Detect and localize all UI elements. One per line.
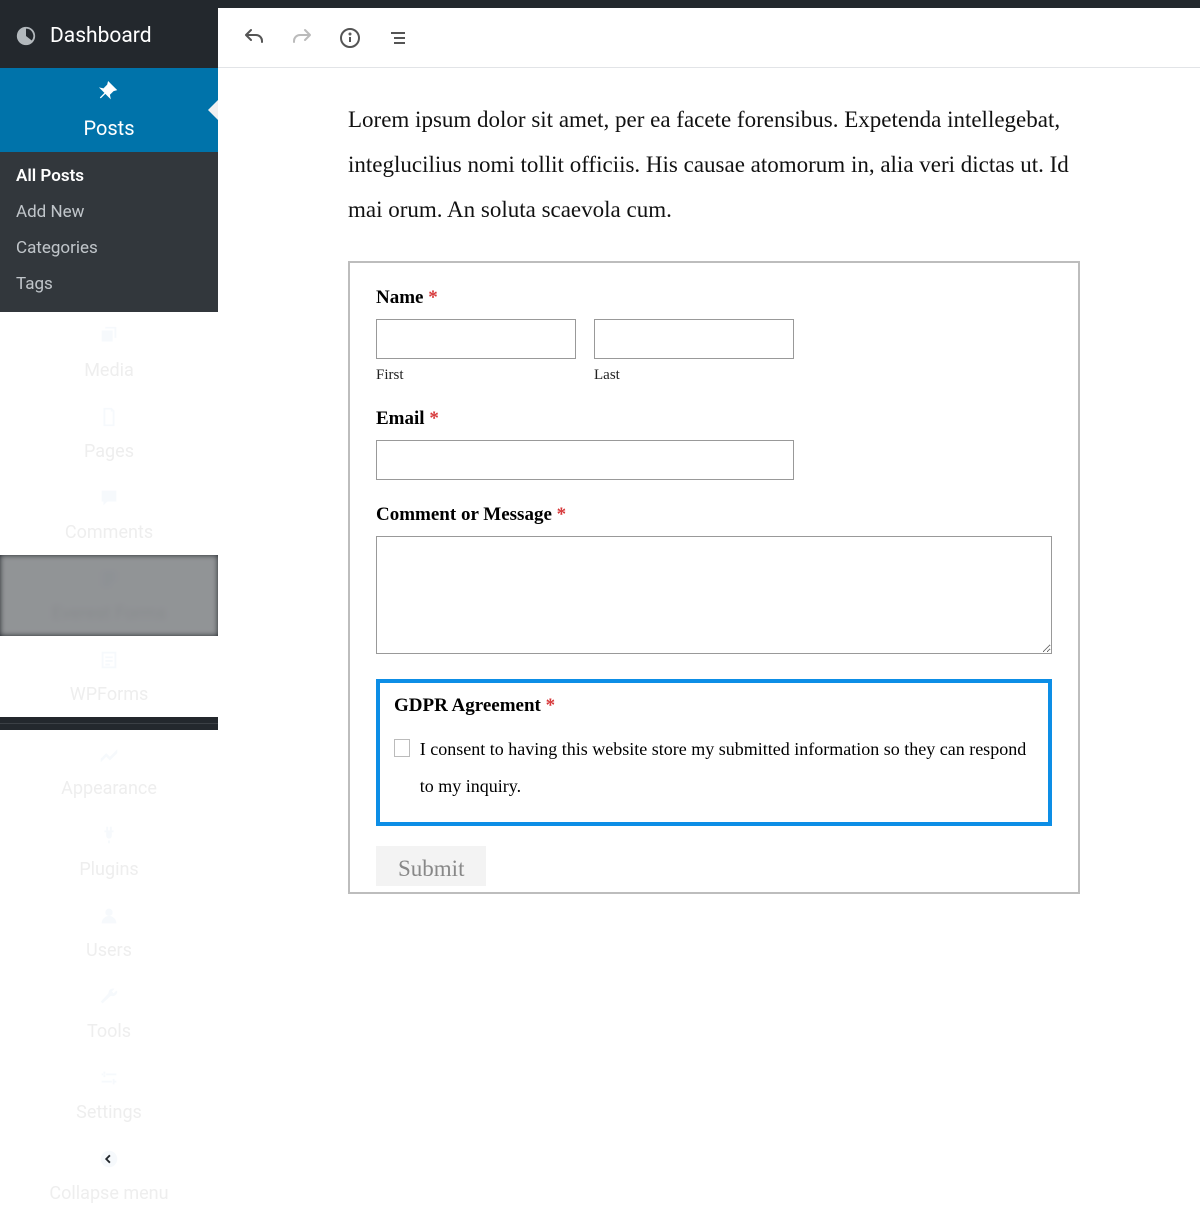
message-textarea[interactable] xyxy=(376,536,1052,654)
message-label: Comment or Message * xyxy=(376,504,1052,526)
email-label: Email * xyxy=(376,408,1052,430)
tools-icon xyxy=(97,985,121,1009)
wpforms-block[interactable]: Name * First Last Email * xyxy=(348,261,1080,895)
sidebar-label: Everest Forms xyxy=(52,603,166,624)
sidebar-item-settings[interactable]: Settings xyxy=(0,1054,218,1135)
settings-icon xyxy=(97,1066,121,1090)
sidebar-label: Comments xyxy=(65,522,153,543)
wpforms-icon xyxy=(97,648,121,672)
sidebar-item-plugins[interactable]: Plugins xyxy=(0,811,218,892)
gdpr-consent-row[interactable]: I consent to having this website store m… xyxy=(394,731,1034,807)
gdpr-checkbox[interactable] xyxy=(394,739,410,757)
sidebar-item-media[interactable]: Media xyxy=(0,312,218,393)
pin-icon xyxy=(97,80,121,104)
sidebar-item-blurred[interactable]: Everest Forms xyxy=(0,555,218,636)
sidebar-item-collapse[interactable]: Collapse menu xyxy=(0,1135,218,1216)
sidebar-item-users[interactable]: Users xyxy=(0,892,218,973)
required-asterisk: * xyxy=(428,287,438,308)
submenu-add-new[interactable]: Add New xyxy=(0,194,218,230)
last-sublabel: Last xyxy=(594,367,794,384)
sidebar-label: Posts xyxy=(83,116,134,140)
sidebar-item-pages[interactable]: Pages xyxy=(0,393,218,474)
first-name-input[interactable] xyxy=(376,319,576,359)
required-asterisk: * xyxy=(557,504,567,525)
sidebar-label: Media xyxy=(84,360,134,381)
admin-topbar xyxy=(0,0,1200,8)
name-label: Name * xyxy=(376,287,1052,309)
email-input[interactable] xyxy=(376,440,794,480)
admin-sidebar: Dashboard Posts All Posts Add New Catego… xyxy=(0,8,218,900)
sidebar-item-appearance[interactable]: Appearance xyxy=(0,730,218,811)
info-button[interactable] xyxy=(330,18,370,58)
sidebar-label: Pages xyxy=(84,441,134,462)
required-asterisk: * xyxy=(429,408,439,429)
dashboard-icon xyxy=(14,24,38,48)
submenu-all-posts[interactable]: All Posts xyxy=(0,158,218,194)
submenu-categories[interactable]: Categories xyxy=(0,230,218,266)
first-sublabel: First xyxy=(376,367,576,384)
sidebar-label: Users xyxy=(86,940,132,961)
outline-button[interactable] xyxy=(378,18,418,58)
appearance-icon xyxy=(97,742,121,766)
gdpr-text: I consent to having this website store m… xyxy=(420,731,1034,807)
sidebar-label: Appearance xyxy=(61,778,157,799)
content-paragraph[interactable]: Lorem ipsum dolor sit amet, per ea facet… xyxy=(348,98,1080,233)
posts-submenu: All Posts Add New Categories Tags xyxy=(0,152,218,312)
comments-icon xyxy=(97,486,121,510)
collapse-icon xyxy=(97,1147,121,1171)
sidebar-label: Dashboard xyxy=(50,24,152,48)
sidebar-item-dashboard[interactable]: Dashboard xyxy=(0,8,218,68)
sidebar-item-comments[interactable]: Comments xyxy=(0,474,218,555)
editor-toolbar xyxy=(218,8,1200,68)
redo-button[interactable] xyxy=(282,18,322,58)
submenu-tags[interactable]: Tags xyxy=(0,266,218,302)
sidebar-label: Tools xyxy=(87,1021,131,1042)
media-icon xyxy=(97,324,121,348)
sidebar-label: Settings xyxy=(76,1102,142,1123)
sidebar-label: Collapse menu xyxy=(49,1183,168,1204)
sidebar-label: Plugins xyxy=(79,859,138,880)
plugins-icon xyxy=(97,823,121,847)
sidebar-item-posts[interactable]: Posts xyxy=(0,68,218,152)
editor-main: Lorem ipsum dolor sit amet, per ea facet… xyxy=(218,8,1200,900)
form-icon xyxy=(97,567,121,591)
undo-button[interactable] xyxy=(234,18,274,58)
required-asterisk: * xyxy=(546,695,556,716)
sidebar-separator xyxy=(0,723,218,724)
sidebar-label: WPForms xyxy=(70,684,149,705)
sidebar-item-tools[interactable]: Tools xyxy=(0,973,218,1054)
sidebar-item-wpforms[interactable]: WPForms xyxy=(0,636,218,717)
pages-icon xyxy=(97,405,121,429)
last-name-input[interactable] xyxy=(594,319,794,359)
submit-button[interactable]: Submit xyxy=(376,846,486,886)
editor-body[interactable]: Lorem ipsum dolor sit amet, per ea facet… xyxy=(218,68,1200,900)
users-icon xyxy=(97,904,121,928)
gdpr-title: GDPR Agreement * xyxy=(394,695,1034,717)
gdpr-highlight: GDPR Agreement * I consent to having thi… xyxy=(376,679,1052,827)
